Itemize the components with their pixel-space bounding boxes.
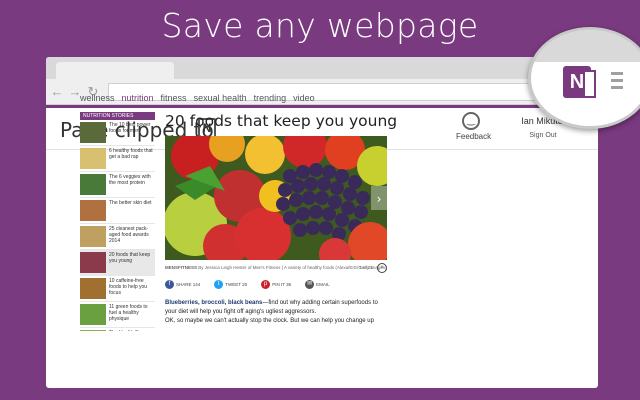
facebook-icon: f: [165, 280, 174, 289]
story-title: The better skin diet: [109, 200, 152, 206]
story-thumbnail: [80, 304, 106, 325]
section-nav: wellness nutrition fitness sexual health tre…: [80, 93, 322, 103]
sidebar-story-item[interactable]: 6 healthy foods that get a bad rap: [80, 146, 155, 172]
sidebar-story-item[interactable]: The better skin diet: [80, 198, 155, 224]
share-row: f SHARE 144 t TWEET 20 p PIN IT 36 ✉ EMAIL: [165, 280, 387, 289]
image-caption: MENSFITNESS By Jessica Leigh Hester of M…: [165, 263, 387, 273]
sidebar-story-item[interactable]: 10 caffeine-free foods to help you focus: [80, 276, 155, 302]
magnifier-callout: N: [528, 27, 640, 129]
article-title: 20 foods that keep you young: [165, 112, 398, 130]
sidebar-story-item[interactable]: 11 green foods to fuel a healthy physiqu…: [80, 302, 155, 328]
story-title: The Health Oscars:: [109, 330, 152, 331]
back-icon[interactable]: ←: [50, 84, 64, 99]
sign-out-link[interactable]: Sign Out: [508, 132, 578, 139]
story-thumbnail: [80, 174, 106, 195]
twitter-icon: t: [214, 280, 224, 289]
article-body: Blueberries, broccoli, black beans—find …: [165, 299, 387, 326]
lead-bold: Blueberries, broccoli, black beans: [165, 300, 263, 306]
story-title: 10 caffeine-free foods to help you focus: [109, 278, 148, 296]
sidebar-story-item[interactable]: 25 cleanest pack-aged food awards 2014: [80, 224, 155, 250]
email-icon: ✉: [305, 280, 315, 289]
share-share-button[interactable]: f SHARE 144: [165, 280, 200, 289]
smiley-icon: ‿: [462, 112, 480, 130]
svg-text:›: ›: [377, 192, 382, 206]
story-thumbnail: [80, 200, 106, 221]
sidebar-story-item[interactable]: The 6 veggies with the most protein: [80, 172, 155, 198]
caption-source: MENSFITNESS: [165, 265, 198, 270]
browser-tab[interactable]: [56, 62, 174, 79]
story-title: 20 foods that keep you young: [109, 252, 151, 264]
story-title: The 6 veggies with the most protein: [109, 174, 151, 186]
nav-item-video[interactable]: video: [293, 93, 315, 103]
story-thumbnail: [80, 252, 106, 273]
sidebar-story-item[interactable]: The Health Oscars:: [80, 328, 155, 331]
nav-item-sexual-health[interactable]: sexual health: [194, 93, 247, 103]
slide-counter: 1 of 21: [359, 265, 373, 270]
menu-icon[interactable]: [611, 72, 623, 93]
paragraph-2: OK, so maybe we can't actually stop the …: [165, 318, 374, 324]
share-label: PIN IT 36: [272, 282, 292, 287]
story-thumbnail: [80, 122, 106, 143]
nav-item-nutrition[interactable]: nutrition: [122, 93, 154, 103]
share-label: SHARE 144: [176, 282, 201, 287]
story-thumbnail: [80, 226, 106, 247]
nav-item-trending[interactable]: trending: [254, 93, 287, 103]
share-tweet-button[interactable]: t TWEET 20: [214, 280, 247, 289]
pinterest-icon: p: [261, 280, 271, 289]
story-thumbnail: [80, 148, 106, 169]
sidebar-header: NUTRITION STORIES: [80, 112, 155, 120]
share-label: EMAIL: [316, 282, 330, 287]
sidebar-story-item[interactable]: 20 foods that keep you young: [80, 250, 155, 276]
nav-item-wellness[interactable]: wellness: [80, 93, 115, 103]
story-title: The 10 best power foods for men: [109, 122, 151, 134]
story-title: 25 cleanest pack-aged food awards 2014: [109, 226, 149, 244]
fruit-photo: ›: [165, 136, 387, 260]
share-label: TWEET 20: [225, 282, 248, 287]
feedback-label: Feedback: [456, 132, 492, 141]
feedback-button[interactable]: ‿ Feedback: [456, 112, 492, 141]
hero-image: ›: [165, 136, 387, 260]
story-thumbnail: [80, 278, 106, 299]
nutrition-stories-sidebar: NUTRITION STORIES The 10 best power food…: [80, 112, 155, 331]
magnified-toolbar: [531, 30, 640, 62]
nav-item-fitness[interactable]: fitness: [161, 93, 187, 103]
story-title: 6 healthy foods that get a bad rap: [109, 148, 153, 160]
sidebar-story-item[interactable]: The 10 best power foods for men: [80, 120, 155, 146]
onenote-clipper-button-icon[interactable]: N: [563, 66, 596, 98]
share-pin-it-button[interactable]: p PIN IT 36: [261, 280, 291, 289]
close-icon[interactable]: ×: [377, 263, 387, 273]
tab-bar: [46, 57, 598, 79]
story-thumbnail: [80, 330, 106, 331]
story-title: 11 green foods to fuel a healthy physiqu…: [109, 304, 148, 322]
article: 20 foods that keep you young › MENSFITNE…: [165, 112, 398, 326]
share-email-button[interactable]: ✉ EMAIL: [305, 280, 330, 289]
